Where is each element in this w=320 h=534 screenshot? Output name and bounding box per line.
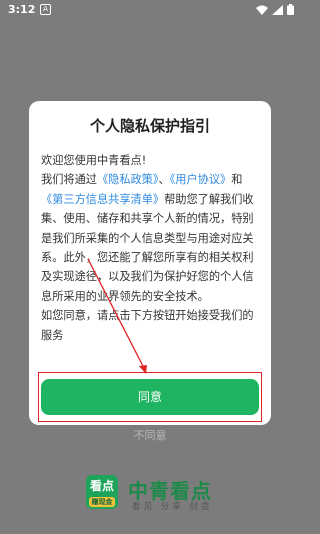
battery-icon <box>287 4 294 15</box>
status-time: 3:12 <box>8 3 36 16</box>
dialog-closing: 如您同意，请点击下方按钮开始接受我们的服务 <box>41 309 254 342</box>
disagree-button[interactable]: 不同意 <box>0 427 300 443</box>
body-text: 、 <box>158 173 170 187</box>
status-indicators <box>256 4 294 15</box>
dialog-main-paragraph: 我们将通过《隐私政策》、《用户协议》和《第三方信息共享清单》帮助您了解我们收集、… <box>41 170 259 306</box>
brand-slogan: 看见 分享 创造 <box>132 502 213 512</box>
annotation-highlight-box <box>38 372 262 422</box>
brand-logo: 看点 赚现金 <box>86 475 118 509</box>
notification-app-icon: A <box>40 4 51 15</box>
signal-icon <box>272 4 283 15</box>
status-bar: 3:12 A <box>0 0 300 20</box>
privacy-policy-link[interactable]: 《隐私政策》 <box>97 173 159 186</box>
user-agreement-link[interactable]: 《用户协议》 <box>170 173 232 186</box>
dialog-body: 欢迎您使用中青看点! 我们将通过《隐私政策》、《用户协议》和《第三方信息共享清单… <box>41 151 259 345</box>
dialog-greeting: 欢迎您使用中青看点! <box>41 154 147 167</box>
wifi-icon <box>256 5 268 15</box>
body-text: 我们将通过 <box>41 173 97 187</box>
brand-footer: 看点 赚现金 中青看点 看见 分享 创造 <box>0 470 300 520</box>
body-text: 帮助您了解我们收集、使用、储存和共享个人新的情况，特别是我们所采集的个人信息类型… <box>41 192 254 303</box>
body-text: 和 <box>231 173 243 187</box>
dialog-title: 个人隐私保护指引 <box>89 117 210 135</box>
brand-logo-badge: 赚现金 <box>89 497 115 507</box>
brand-logo-text: 看点 <box>89 479 114 493</box>
third-party-sharing-link[interactable]: 《第三方信息共享清单》 <box>41 193 164 206</box>
